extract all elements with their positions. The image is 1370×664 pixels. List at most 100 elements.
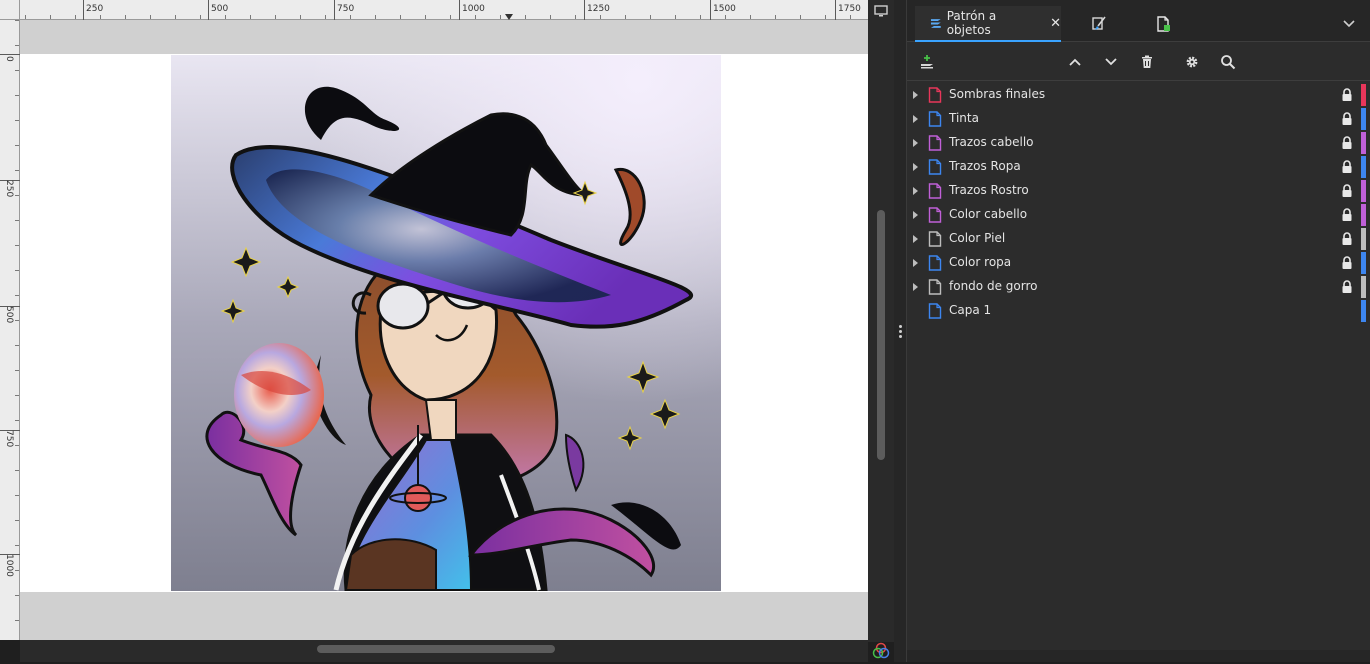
ruler-label: 1000 <box>4 554 14 577</box>
layer-row[interactable]: Trazos Rostro <box>907 179 1370 203</box>
layer-color-bar <box>1361 84 1366 106</box>
layer-row[interactable]: Color ropa <box>907 251 1370 275</box>
horizontal-scroll-thumb[interactable] <box>317 645 555 653</box>
ruler-label: 1750 <box>838 4 861 14</box>
lock-icon[interactable] <box>1341 280 1353 294</box>
layer-name[interactable]: Tinta <box>949 111 979 125</box>
layer-row[interactable]: Tinta <box>907 107 1370 131</box>
expand-arrow-icon[interactable] <box>913 187 918 195</box>
monitor-icon <box>874 5 888 17</box>
lock-icon[interactable] <box>1341 88 1353 102</box>
expand-arrow-icon[interactable] <box>913 139 918 147</box>
layer-icon <box>928 231 942 247</box>
layer-list: Sombras finales Tinta Trazos cabello Trazos… <box>907 83 1370 323</box>
layer-row[interactable]: Trazos Ropa <box>907 155 1370 179</box>
horizontal-ruler[interactable]: 250 500 750 1000 1250 1500 1750 <box>0 0 868 20</box>
vertical-scroll-thumb[interactable] <box>877 210 885 460</box>
lock-icon[interactable] <box>1341 256 1353 270</box>
lock-icon[interactable] <box>1341 208 1353 222</box>
objects-panel: Patrón a objetos ✕ Sombras finales Tinta… <box>906 0 1370 662</box>
settings-gear-icon <box>1186 56 1198 68</box>
layer-color-bar <box>1361 180 1366 202</box>
layer-icon <box>928 159 942 175</box>
layer-row[interactable]: fondo de gorro <box>907 275 1370 299</box>
layer-name[interactable]: Capa 1 <box>949 303 991 317</box>
move-up-button[interactable] <box>1065 52 1085 72</box>
objects-toolbar <box>907 43 1370 81</box>
layer-icon <box>928 303 942 319</box>
lock-icon[interactable] <box>1341 136 1353 150</box>
layer-name[interactable]: Trazos Rostro <box>949 183 1029 197</box>
tab-objects[interactable]: Patrón a objetos ✕ <box>915 6 1061 42</box>
move-up-icon <box>1069 58 1081 66</box>
view-toggle-button[interactable] <box>868 0 894 22</box>
ruler-label: 750 <box>4 430 14 448</box>
layer-color-bar <box>1361 204 1366 226</box>
ruler-label: 750 <box>337 4 355 14</box>
tab-document[interactable] <box>1149 6 1177 42</box>
ruler-corner <box>0 0 20 20</box>
layer-color-bar <box>1361 132 1366 154</box>
move-down-icon <box>1105 58 1117 66</box>
layer-row[interactable]: Trazos cabello <box>907 131 1370 155</box>
layer-color-bar <box>1361 108 1366 130</box>
expand-arrow-icon[interactable] <box>913 259 918 267</box>
layer-row[interactable]: Color Piel <box>907 227 1370 251</box>
panel-splitter-handle[interactable] <box>894 0 906 662</box>
layer-row[interactable]: Color cabello <box>907 203 1370 227</box>
expand-arrow-icon[interactable] <box>913 115 918 123</box>
layer-color-bar <box>1361 156 1366 178</box>
lock-icon[interactable] <box>1341 232 1353 246</box>
expand-arrow-icon[interactable] <box>913 163 918 171</box>
chevron-down-icon <box>1343 20 1355 28</box>
layer-icon <box>928 255 942 271</box>
color-manage-icon[interactable] <box>870 642 892 660</box>
layer-icon <box>928 87 942 103</box>
document-icon <box>1157 16 1170 32</box>
ruler-label: 250 <box>4 180 14 198</box>
layer-row[interactable]: Sombras finales <box>907 83 1370 107</box>
search-button[interactable] <box>1218 52 1238 72</box>
tab-menu-button[interactable] <box>1335 6 1363 42</box>
expand-arrow-icon[interactable] <box>913 211 918 219</box>
layer-icon <box>928 111 942 127</box>
layer-icon <box>928 183 942 199</box>
lock-icon[interactable] <box>1341 184 1353 198</box>
expand-arrow-icon[interactable] <box>913 283 918 291</box>
layer-name[interactable]: Sombras finales <box>949 87 1045 101</box>
layer-name[interactable]: Color ropa <box>949 255 1011 269</box>
tab-paint[interactable] <box>1085 6 1113 42</box>
vertical-ruler[interactable]: 0 250 500 750 1000 <box>0 20 20 640</box>
drag-handle-icon <box>898 324 902 338</box>
paintbrush-icon <box>1092 16 1106 30</box>
expand-arrow-icon[interactable] <box>913 235 918 243</box>
panel-footer <box>907 650 1370 662</box>
layer-icon <box>928 135 942 151</box>
layer-color-bar <box>1361 300 1366 322</box>
delete-button[interactable] <box>1137 52 1157 72</box>
document-page <box>20 54 868 592</box>
layer-icon <box>928 207 942 223</box>
ruler-label: 1500 <box>713 4 736 14</box>
move-down-button[interactable] <box>1101 52 1121 72</box>
layer-name[interactable]: fondo de gorro <box>949 279 1037 293</box>
ruler-label: 500 <box>211 4 229 14</box>
expand-arrow-icon[interactable] <box>913 91 918 99</box>
panel-tabbar: Patrón a objetos ✕ <box>907 0 1370 42</box>
search-input[interactable] <box>1245 52 1367 74</box>
layer-row[interactable]: Capa 1 <box>907 299 1370 323</box>
drawing-canvas[interactable] <box>20 20 868 640</box>
add-layer-button[interactable] <box>917 52 937 72</box>
tab-objects-label: Patrón a objetos <box>946 9 997 37</box>
close-icon[interactable]: ✕ <box>1050 16 1061 31</box>
lock-icon[interactable] <box>1341 112 1353 126</box>
layer-color-bar <box>1361 228 1366 250</box>
layer-name[interactable]: Trazos Ropa <box>949 159 1021 173</box>
lock-icon[interactable] <box>1341 160 1353 174</box>
layer-color-bar <box>1361 276 1366 298</box>
layer-name[interactable]: Color Piel <box>949 231 1005 245</box>
layer-name[interactable]: Color cabello <box>949 207 1027 221</box>
ruler-label: 500 <box>4 306 14 324</box>
layer-name[interactable]: Trazos cabello <box>949 135 1034 149</box>
settings-button[interactable] <box>1182 52 1202 72</box>
